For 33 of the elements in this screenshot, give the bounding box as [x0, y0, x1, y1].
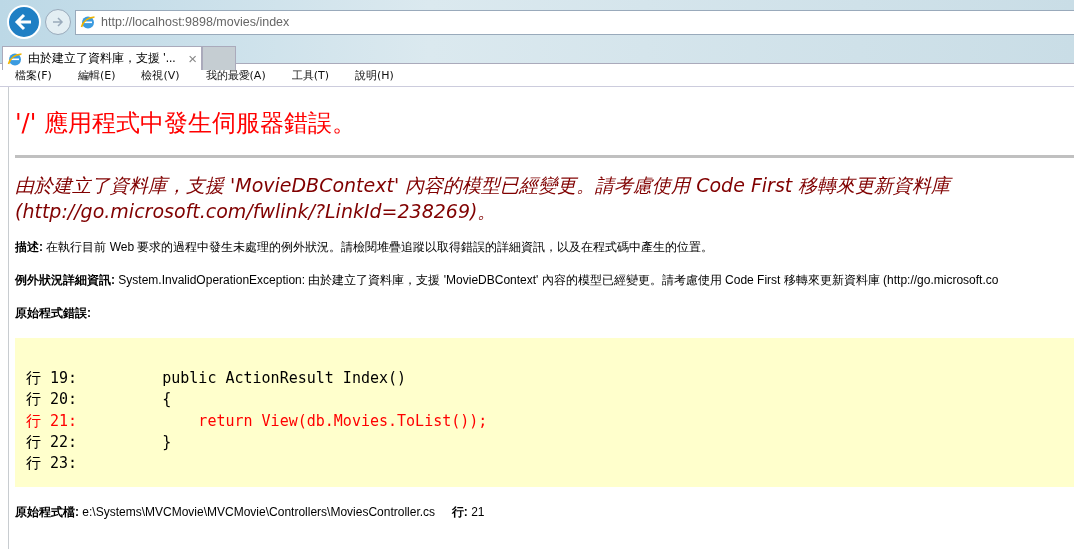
error-message: (http://go.microsoft.com/fwlink/?LinkId=238269)。 — [15, 199, 498, 224]
line-number: 行 23: — [26, 453, 79, 475]
code-line: } — [161, 431, 172, 453]
back-button[interactable] — [7, 5, 41, 39]
code-line: { — [161, 389, 172, 411]
line-number: 行 22: — [26, 431, 79, 453]
browser-icon — [80, 14, 96, 30]
forward-button[interactable] — [45, 9, 71, 35]
close-icon[interactable]: × — [188, 50, 197, 67]
new-tab-button[interactable] — [202, 46, 236, 70]
menu-item[interactable]: 我的最愛(A) — [198, 67, 273, 83]
back-arrow-icon — [14, 12, 34, 32]
menu-item[interactable]: 編輯(E) — [70, 67, 123, 83]
line-number: 行 20: — [26, 389, 79, 411]
menu-item[interactable]: 說明(H) — [348, 67, 401, 83]
forward-arrow-icon — [51, 15, 65, 29]
menu-item[interactable]: 檔案(F) — [8, 67, 59, 83]
source-file-text: 原始程式檔: e:\Systems\MVCMovie\MVCMovie\Controllers\MoviesController.cs 行: 21 — [15, 505, 486, 520]
line-number: 行 19: — [26, 368, 79, 389]
exception-details: 例外狀況詳細資訊: System.InvalidOperationException: 由於建立了資料庫，支援 'MovieDBContext' 內容的模型已經變更。請考慮使用 Code First 移轉來更新資料庫 (http://go.microsoft.co — [15, 273, 1000, 287]
source-error-label: 原始程式錯誤: — [15, 306, 92, 320]
error-message: 由於建立了資料庫，支援 'MovieDBContext' 內容的模型已經變更。請考慮使用 Code First 移轉來更新資料庫 — [15, 173, 954, 198]
address-field[interactable]: http://localhost:9898/movies/index — [75, 9, 1074, 35]
line-number: 行 21: — [26, 410, 79, 432]
error-heading: '/' 應用程式中發生伺服器錯誤。 — [15, 108, 357, 139]
browser-icon — [7, 50, 23, 67]
description-text: 描述: 在執行目前 Web 要求的過程中發生未處理的例外狀況。請檢閱堆疊追蹤以取得錯誤的詳細資訊，以及在程式碼中產生的位置。 — [15, 240, 715, 254]
browser-tab[interactable]: 由於建立了資料庫，支援 '... × — [2, 46, 202, 70]
menu-item[interactable]: 工具(T) — [284, 67, 336, 83]
code-line: return View(db.Movies.ToList()); — [197, 410, 488, 432]
tab-title: 由於建立了資料庫，支援 '... — [28, 50, 177, 67]
menu-item[interactable]: 檢視(V) — [134, 67, 187, 83]
code-line: public ActionResult Index() — [161, 368, 407, 389]
